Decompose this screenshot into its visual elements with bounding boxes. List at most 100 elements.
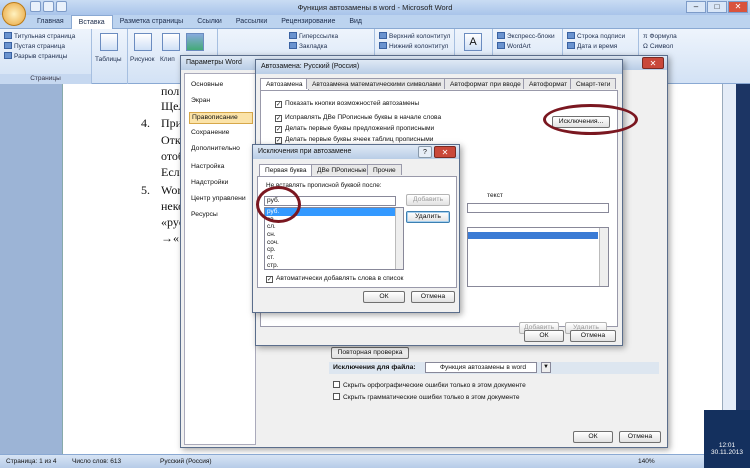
maximize-button[interactable]: □: [707, 1, 727, 13]
replace-with-field[interactable]: [467, 203, 609, 213]
clip-icon[interactable]: [162, 33, 180, 51]
show-buttons-check[interactable]: ✓ Показать кнопки возможностей автозамены: [275, 99, 419, 108]
cover-page-button[interactable]: Титульная страница: [4, 32, 75, 41]
autocorrect-ok-button[interactable]: ОК: [524, 330, 564, 342]
page-break-button[interactable]: Разрыв страницы: [4, 52, 67, 61]
options-ok-button[interactable]: ОК: [573, 431, 613, 443]
list-item[interactable]: сл.: [265, 223, 403, 231]
chevron-down-icon[interactable]: ▼: [541, 362, 551, 373]
tab-first-letter[interactable]: Первая буква: [259, 164, 313, 176]
tab-math-autocorrect[interactable]: Автозамена математическими символами: [306, 78, 447, 89]
pages-group: Титульная страница Пустая страница Разры…: [0, 29, 92, 84]
nav-advanced[interactable]: Дополнительно: [191, 144, 240, 154]
autocorrect-cancel-button[interactable]: Отмена: [570, 330, 616, 342]
clock-date: 30.11.2013: [710, 449, 744, 456]
footer-button[interactable]: Нижний колонтитул: [379, 42, 448, 51]
file-select[interactable]: Функция автозамены в word: [425, 362, 537, 373]
capitalize-sentence-check[interactable]: ✓ Делать первые буквы предложений прописн…: [275, 124, 434, 133]
nav-display[interactable]: Экран: [191, 96, 210, 106]
nav-customize[interactable]: Настройка: [191, 162, 224, 172]
tab-home[interactable]: Главная: [30, 15, 71, 29]
tab-page-layout[interactable]: Разметка страницы: [113, 15, 191, 29]
language-status[interactable]: Русский (Россия): [160, 455, 212, 468]
list-item[interactable]: стр.: [265, 262, 403, 269]
redo-icon[interactable]: [56, 1, 67, 12]
list-number: 5.: [141, 183, 150, 197]
quick-parts-button[interactable]: Экспресс-блоки: [497, 32, 555, 41]
office-button[interactable]: [2, 2, 26, 26]
nav-save[interactable]: Сохранение: [191, 128, 229, 138]
tab-insert[interactable]: Вставка: [70, 15, 113, 29]
smartart-icon[interactable]: [186, 33, 204, 51]
nav-trust-center[interactable]: Центр управлени: [191, 194, 246, 204]
exceptions-delete-button[interactable]: Удалить: [406, 211, 450, 223]
table-label: Таблицы: [95, 56, 122, 63]
tab-references[interactable]: Ссылки: [190, 15, 229, 29]
hyperlink-button[interactable]: Гиперссылка: [289, 32, 338, 41]
two-caps-check[interactable]: ✓ Исправлять ДВе ПРописные буквы в начале…: [275, 113, 441, 122]
list-scrollbar[interactable]: [395, 208, 403, 269]
undo-icon[interactable]: [43, 1, 54, 12]
zoom-level[interactable]: 140%: [638, 455, 655, 468]
wordart-button[interactable]: WordArt: [497, 42, 531, 51]
symbol-button[interactable]: Ω Символ: [643, 42, 673, 51]
pages-group-label: Страницы: [0, 74, 91, 84]
exceptions-close-button[interactable]: ✕: [434, 146, 456, 158]
close-button[interactable]: ✕: [728, 1, 748, 13]
tab-autoformat[interactable]: Автоформат: [523, 78, 574, 89]
exceptions-ok-button[interactable]: ОК: [363, 291, 405, 303]
save-icon[interactable]: [30, 1, 41, 12]
date-time-button[interactable]: Дата и время: [567, 42, 617, 51]
status-bar: Страница: 1 из 4 Число слов: 613 Русский…: [0, 454, 750, 468]
exceptions-cancel-button[interactable]: Отмена: [411, 291, 455, 303]
tab-review[interactable]: Рецензирование: [274, 15, 342, 29]
options-cancel-button[interactable]: Отмена: [619, 431, 661, 443]
tab-autoformat-typing[interactable]: Автоформат при вводе: [444, 78, 527, 89]
page-count[interactable]: Страница: 1 из 4: [6, 455, 57, 468]
tab-mailings[interactable]: Рассылки: [229, 15, 274, 29]
picture-icon[interactable]: [134, 33, 152, 51]
text-box-icon[interactable]: A: [464, 33, 482, 51]
hide-spelling-check[interactable]: Скрыть орфографические ошибки только в э…: [333, 381, 526, 390]
tab-smart-tags[interactable]: Смарт-теги: [570, 78, 617, 89]
doc-line: →«: [161, 231, 179, 245]
tab-autocorrect[interactable]: Автозамена: [260, 78, 309, 90]
side-panel: [736, 84, 750, 454]
equation-button[interactable]: π Формула: [643, 32, 677, 41]
file-exceptions-row: Исключения для файла: Функция автозамены…: [329, 362, 659, 374]
help-icon[interactable]: ?: [418, 146, 432, 158]
list-item[interactable]: ср.: [265, 246, 403, 254]
highlight-ring-exceptions: [543, 104, 638, 135]
replacement-list[interactable]: [467, 227, 609, 287]
nav-addins[interactable]: Надстройки: [191, 178, 228, 188]
word-options-close-button[interactable]: ✕: [642, 57, 664, 69]
tab-two-caps[interactable]: ДВе ПРописные: [311, 164, 373, 175]
exceptions-add-button[interactable]: Добавить: [406, 194, 450, 206]
vertical-scrollbar[interactable]: [722, 84, 736, 454]
tray-clock[interactable]: 12:01 30.11.2013: [704, 410, 750, 468]
blank-page-button[interactable]: Пустая страница: [4, 42, 65, 51]
header-button[interactable]: Верхний колонтитул: [379, 32, 450, 41]
word-count[interactable]: Число слов: 613: [72, 455, 121, 468]
tab-other[interactable]: Прочие: [367, 164, 402, 175]
list-item[interactable]: ст.: [265, 254, 403, 262]
auto-add-words-check[interactable]: ✓ Автоматически добавлять слова в список: [266, 274, 403, 283]
nav-proofing[interactable]: Правописание: [189, 112, 253, 124]
nav-general[interactable]: Основные: [191, 80, 223, 90]
bookmark-button[interactable]: Закладка: [289, 42, 327, 51]
list-item[interactable]: сн.: [265, 231, 403, 239]
doc-line: Wor: [161, 183, 182, 197]
minimize-button[interactable]: –: [686, 1, 706, 13]
recheck-document-button[interactable]: Повторная проверка: [331, 347, 409, 359]
hide-grammar-check[interactable]: Скрыть грамматические ошибки только в эт…: [333, 393, 520, 402]
clip-label: Клип: [160, 56, 175, 63]
highlight-ring-list: [256, 186, 301, 223]
tab-view[interactable]: Вид: [342, 15, 369, 29]
signature-line-button[interactable]: Строка подписи: [567, 32, 625, 41]
capitalize-cells-check[interactable]: ✓ Делать первые буквы ячеек таблиц пропис…: [275, 135, 433, 144]
tables-group: Таблицы: [92, 29, 128, 84]
table-icon[interactable]: [100, 33, 118, 51]
quick-access-toolbar: [30, 1, 67, 14]
nav-resources[interactable]: Ресурсы: [191, 210, 218, 220]
list-item[interactable]: соч.: [265, 239, 403, 247]
